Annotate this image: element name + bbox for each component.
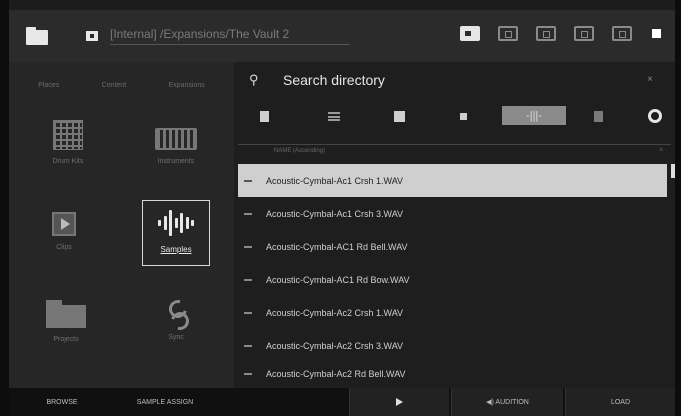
name-column-header[interactable]: NAME (Ascending) ˄ — [238, 144, 671, 158]
audio-file-icon — [244, 373, 252, 375]
play-icon — [52, 212, 76, 236]
file-row[interactable]: Acoustic-Cymbal-AC1 Rd Bell.WAV — [238, 230, 667, 263]
folder-back-icon[interactable] — [536, 26, 556, 41]
speaker-icon[interactable] — [460, 108, 467, 124]
close-icon[interactable]: × — [647, 74, 653, 85]
play-button[interactable] — [349, 388, 449, 416]
browser-screen: [Internal] /Expansions/The Vault 2 Place… — [0, 0, 681, 416]
gear-icon[interactable] — [648, 108, 662, 124]
folder-up-icon[interactable] — [498, 26, 518, 41]
tab-content[interactable]: Content — [102, 82, 127, 89]
content-tabs: Places Content Expansions — [9, 62, 234, 89]
audio-file-icon — [244, 311, 252, 314]
file-name: Acoustic-Cymbal-Ac2 Rd Bell.WAV — [266, 369, 406, 379]
category-samples[interactable]: Samples — [141, 200, 211, 266]
audition-icon[interactable]: -|||- — [502, 106, 566, 125]
file-name: Acoustic-Cymbal-AC1 Rd Bow.WAV — [266, 274, 410, 285]
column-header-label: NAME (Ascending) — [274, 148, 326, 154]
file-name: Acoustic-Cymbal-Ac1 Crsh 1.WAV — [266, 175, 404, 186]
file-row[interactable]: Acoustic-Cymbal-Ac2 Rd Bell.WAV — [238, 362, 667, 386]
content-panel: Places Content Expansions Drum Kits Inst… — [9, 62, 234, 388]
folder-remove-icon[interactable] — [612, 26, 632, 41]
list-icon[interactable] — [328, 108, 340, 124]
file-browser-panel: ⚲ Search directory × -|||- NAME (Ascendi… — [234, 62, 675, 388]
category-label: Instruments — [157, 158, 195, 165]
category-drum-kits[interactable]: Drum Kits — [33, 120, 103, 165]
file-row[interactable]: Acoustic-Cymbal-Ac2 Crsh 1.WAV — [238, 296, 667, 329]
file-row[interactable]: Acoustic-Cymbal-Ac2 Crsh 3.WAV — [238, 329, 667, 362]
category-instruments[interactable]: Instruments — [141, 128, 211, 165]
sort-arrow-icon[interactable]: ˄ — [659, 145, 663, 158]
category-label: Sync — [168, 334, 184, 341]
load-button[interactable]: LOAD — [565, 388, 675, 416]
category-label: Clips — [56, 244, 72, 251]
sample-assign-button[interactable]: SAMPLE ASSIGN — [115, 388, 215, 416]
doc-icon[interactable] — [260, 108, 269, 124]
category-clips[interactable]: Clips — [29, 212, 99, 251]
audio-file-icon — [244, 179, 252, 182]
tab-expansions[interactable]: Expansions — [169, 82, 205, 89]
category-label: Projects — [53, 336, 79, 343]
file-list: Acoustic-Cymbal-Ac1 Crsh 1.WAV Acoustic-… — [238, 164, 667, 386]
category-projects[interactable]: Projects — [31, 300, 101, 343]
file-name: Acoustic-Cymbal-Ac2 Crsh 1.WAV — [266, 307, 404, 318]
copy-icon[interactable] — [594, 108, 603, 124]
audio-file-icon — [244, 245, 252, 248]
drive-icon — [86, 31, 98, 41]
category-sync[interactable]: Sync — [141, 300, 211, 341]
search-row[interactable]: ⚲ Search directory — [234, 62, 675, 98]
file-row[interactable]: Acoustic-Cymbal-Ac1 Crsh 1.WAV — [238, 164, 667, 197]
grid-icon — [53, 120, 83, 150]
top-bar: [Internal] /Expansions/The Vault 2 — [9, 10, 675, 62]
samples-selected-box: Samples — [142, 200, 210, 266]
right-bezel — [675, 0, 681, 416]
search-icon[interactable]: ⚲ — [249, 72, 263, 88]
browser-toolbar: -|||- — [234, 98, 675, 134]
sync-icon — [163, 300, 189, 326]
search-directory-label[interactable]: Search directory — [283, 72, 385, 88]
category-label: Drum Kits — [52, 158, 84, 165]
scrollbar-thumb[interactable] — [671, 164, 675, 178]
keyboard-icon — [155, 128, 197, 150]
folder-solid-icon[interactable] — [460, 26, 480, 41]
folder-icon — [46, 300, 86, 328]
file-name: Acoustic-Cymbal-Ac1 Crsh 3.WAV — [266, 208, 404, 219]
folder-icon[interactable] — [26, 27, 52, 45]
tab-places[interactable]: Places — [38, 82, 59, 89]
file-name: Acoustic-Cymbal-AC1 Rd Bell.WAV — [266, 241, 408, 252]
file-name: Acoustic-Cymbal-Ac2 Crsh 3.WAV — [266, 340, 404, 351]
directory-path[interactable]: [Internal] /Expansions/The Vault 2 — [110, 27, 350, 45]
file-row[interactable]: Acoustic-Cymbal-AC1 Rd Bow.WAV — [238, 263, 667, 296]
browse-button[interactable]: BROWSE — [27, 388, 97, 416]
waveform-icon — [158, 209, 194, 237]
audio-file-icon — [244, 344, 252, 347]
file-row[interactable]: Acoustic-Cymbal-Ac1 Crsh 3.WAV — [238, 197, 667, 230]
bottom-bar: BROWSE SAMPLE ASSIGN ◀) AUDITION LOAD — [9, 388, 675, 416]
folder-toolbar — [460, 26, 661, 41]
audition-button[interactable]: ◀) AUDITION — [451, 388, 563, 416]
audio-file-icon — [244, 278, 252, 281]
stop-icon[interactable] — [652, 29, 661, 38]
square-icon[interactable] — [394, 108, 405, 124]
play-icon — [396, 398, 403, 406]
left-bezel — [0, 0, 9, 416]
category-label: Samples — [160, 245, 192, 254]
audio-file-icon — [244, 212, 252, 215]
folder-add-icon[interactable] — [574, 26, 594, 41]
